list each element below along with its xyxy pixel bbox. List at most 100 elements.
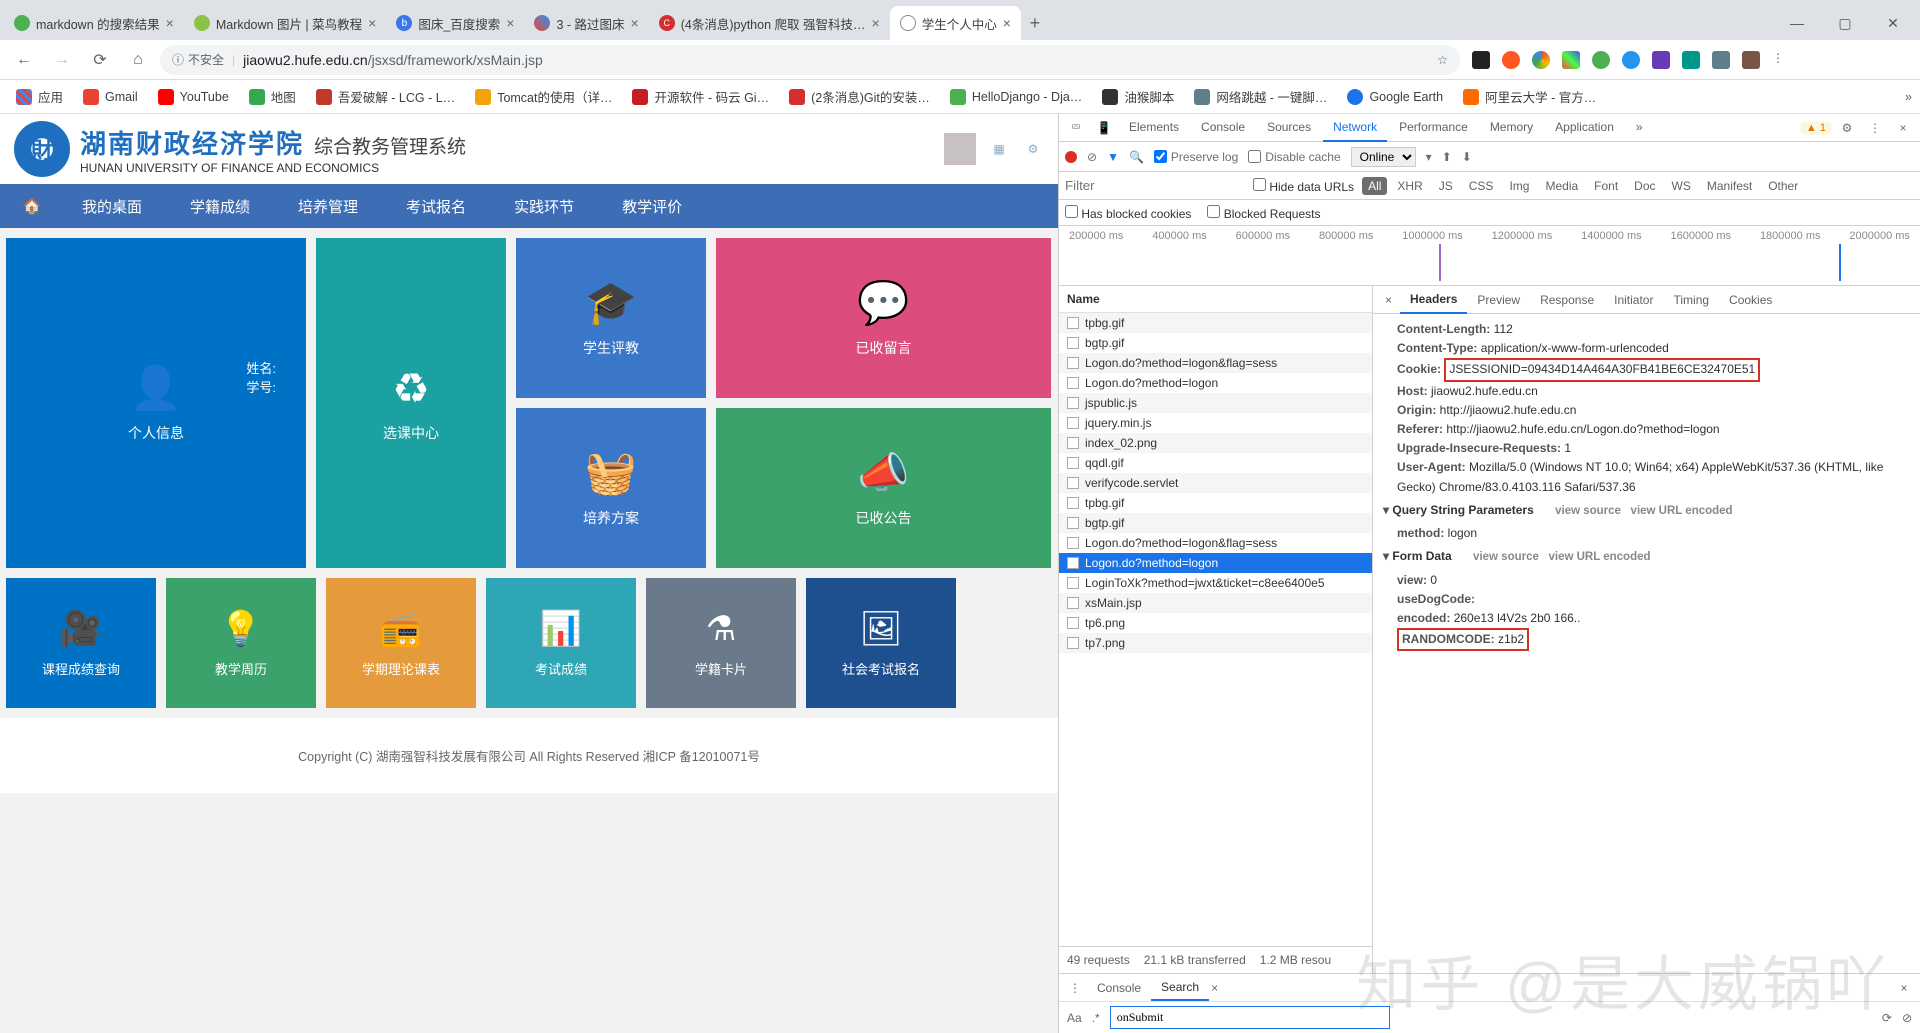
filter-chip[interactable]: Doc: [1628, 177, 1661, 195]
filter-chip[interactable]: WS: [1666, 177, 1697, 195]
minimize-button[interactable]: —: [1774, 7, 1820, 39]
network-request-row[interactable]: bgtp.gif: [1059, 333, 1372, 353]
network-request-row[interactable]: index_02.png: [1059, 433, 1372, 453]
panel-tab[interactable]: Performance: [1389, 114, 1478, 142]
browser-tab-active[interactable]: 学生个人中心×: [890, 6, 1021, 40]
clear-button[interactable]: ⊘: [1087, 150, 1097, 164]
maximize-button[interactable]: ▢: [1822, 7, 1868, 39]
browser-tab[interactable]: b图床_百度搜索×: [386, 6, 524, 40]
blocked-cookies-checkbox[interactable]: Has blocked cookies: [1065, 205, 1191, 221]
preserve-log-checkbox[interactable]: Preserve log: [1154, 150, 1238, 164]
panel-tab[interactable]: Memory: [1480, 114, 1543, 142]
menu-icon[interactable]: ⋮: [1063, 981, 1087, 995]
nav-home-icon[interactable]: 🏠: [8, 184, 56, 228]
nav-item[interactable]: 考试报名: [384, 184, 488, 228]
bookmark-item[interactable]: 吾爱破解 - LCG - L…: [308, 83, 463, 110]
record-button[interactable]: [1065, 151, 1077, 163]
detail-tab[interactable]: Preview: [1467, 287, 1530, 313]
nav-item[interactable]: 学籍成绩: [168, 184, 272, 228]
upload-icon[interactable]: ⬆: [1442, 150, 1452, 164]
refresh-icon[interactable]: ⟳: [1882, 1011, 1892, 1025]
extension-icon[interactable]: [1712, 51, 1730, 69]
tile-student-card[interactable]: ⚗学籍卡片: [646, 578, 796, 708]
security-indicator[interactable]: ⓘ 不安全: [172, 51, 224, 68]
apps-shortcut[interactable]: 应用: [8, 83, 71, 110]
close-icon[interactable]: ×: [631, 15, 639, 31]
match-case-icon[interactable]: Aa: [1067, 1011, 1082, 1025]
filter-chip[interactable]: JS: [1433, 177, 1459, 195]
filter-chip[interactable]: All: [1362, 177, 1387, 195]
browser-tab[interactable]: markdown 的搜索结果×: [4, 6, 184, 40]
tile-training-plan[interactable]: 🧺 培养方案: [516, 408, 706, 568]
detail-tab[interactable]: Cookies: [1719, 287, 1782, 313]
bookmark-item[interactable]: 地图: [241, 83, 304, 110]
bookmark-item[interactable]: (2条消息)Git的安装…: [781, 83, 938, 110]
bookmark-item[interactable]: Google Earth: [1339, 85, 1451, 109]
panel-overflow[interactable]: »: [1626, 114, 1653, 142]
network-request-row[interactable]: verifycode.servlet: [1059, 473, 1372, 493]
panel-tab[interactable]: Elements: [1119, 114, 1189, 142]
filter-chip[interactable]: Other: [1762, 177, 1804, 195]
home-button[interactable]: ⌂: [122, 44, 154, 76]
bookmark-item[interactable]: 油猴脚本: [1094, 83, 1182, 110]
download-icon[interactable]: ⬇: [1462, 150, 1472, 164]
close-icon[interactable]: ×: [872, 15, 880, 31]
extension-icon[interactable]: [1562, 51, 1580, 69]
tile-calendar[interactable]: 💡教学周历: [166, 578, 316, 708]
back-button[interactable]: ←: [8, 44, 40, 76]
close-icon[interactable]: ×: [506, 15, 514, 31]
close-window-button[interactable]: ✕: [1870, 7, 1916, 39]
reload-button[interactable]: ⟳: [84, 44, 116, 76]
network-request-row[interactable]: Logon.do?method=logon&flag=sess: [1059, 353, 1372, 373]
network-request-row[interactable]: jspublic.js: [1059, 393, 1372, 413]
detail-tab[interactable]: Response: [1530, 287, 1604, 313]
tile-course-select[interactable]: ♻ 选课中心: [316, 238, 506, 568]
chevron-down-icon[interactable]: ▾: [1426, 150, 1432, 164]
gear-icon[interactable]: ⚙: [1834, 116, 1860, 140]
menu-icon[interactable]: ⋮: [1862, 116, 1888, 140]
filter-chip[interactable]: XHR: [1391, 177, 1428, 195]
disable-cache-checkbox[interactable]: Disable cache: [1248, 150, 1340, 164]
panel-tab[interactable]: Sources: [1257, 114, 1321, 142]
nav-item[interactable]: 教学评价: [600, 184, 704, 228]
close-icon[interactable]: ×: [166, 15, 174, 31]
bookmark-item[interactable]: YouTube: [150, 85, 237, 109]
inspect-element-icon[interactable]: ⮹: [1063, 116, 1089, 140]
search-icon[interactable]: 🔍: [1129, 150, 1144, 164]
filter-chip[interactable]: Font: [1588, 177, 1624, 195]
network-request-row[interactable]: bgtp.gif: [1059, 513, 1372, 533]
extension-icon[interactable]: [1532, 51, 1550, 69]
network-request-row[interactable]: tpbg.gif: [1059, 493, 1372, 513]
network-request-row[interactable]: Logon.do?method=logon&flag=sess: [1059, 533, 1372, 553]
blocked-requests-checkbox[interactable]: Blocked Requests: [1207, 205, 1320, 221]
browser-tab[interactable]: C(4条消息)python 爬取 强智科技…×: [649, 6, 890, 40]
extension-icon[interactable]: [1472, 51, 1490, 69]
tile-personal-info[interactable]: 👤 个人信息 姓名: 学号:: [6, 238, 306, 568]
close-details-icon[interactable]: ×: [1377, 293, 1400, 307]
tile-announcements[interactable]: 📣 已收公告: [716, 408, 1051, 568]
extension-icon[interactable]: [1742, 51, 1760, 69]
bookmark-item[interactable]: Tomcat的使用（详…: [467, 83, 620, 110]
grid-icon[interactable]: ▦: [988, 138, 1010, 160]
network-request-row[interactable]: tp7.png: [1059, 633, 1372, 653]
bookmark-overflow[interactable]: »: [1905, 90, 1912, 104]
nav-item[interactable]: 我的桌面: [60, 184, 164, 228]
extension-icon[interactable]: [1622, 51, 1640, 69]
close-icon[interactable]: ×: [1211, 981, 1218, 995]
bookmark-item[interactable]: 网络跳越 - 一键脚…: [1186, 83, 1335, 110]
drawer-tab-active[interactable]: Search: [1151, 975, 1209, 1001]
panel-tab-active[interactable]: Network: [1323, 114, 1387, 142]
network-request-row[interactable]: qqdl.gif: [1059, 453, 1372, 473]
regex-icon[interactable]: .*: [1092, 1011, 1100, 1025]
network-request-row[interactable]: tp6.png: [1059, 613, 1372, 633]
network-request-row[interactable]: Logon.do?method=logon: [1059, 373, 1372, 393]
tile-social-exam[interactable]: 🖼社会考试报名: [806, 578, 956, 708]
filter-chip[interactable]: Media: [1539, 177, 1584, 195]
throttle-select[interactable]: Online: [1351, 147, 1416, 167]
bookmark-item[interactable]: 阿里云大学 - 官方…: [1455, 83, 1604, 110]
panel-tab[interactable]: Console: [1191, 114, 1255, 142]
nav-item[interactable]: 培养管理: [276, 184, 380, 228]
new-tab-button[interactable]: +: [1021, 9, 1049, 37]
network-request-row[interactable]: tpbg.gif: [1059, 313, 1372, 333]
close-icon[interactable]: ×: [368, 15, 376, 31]
